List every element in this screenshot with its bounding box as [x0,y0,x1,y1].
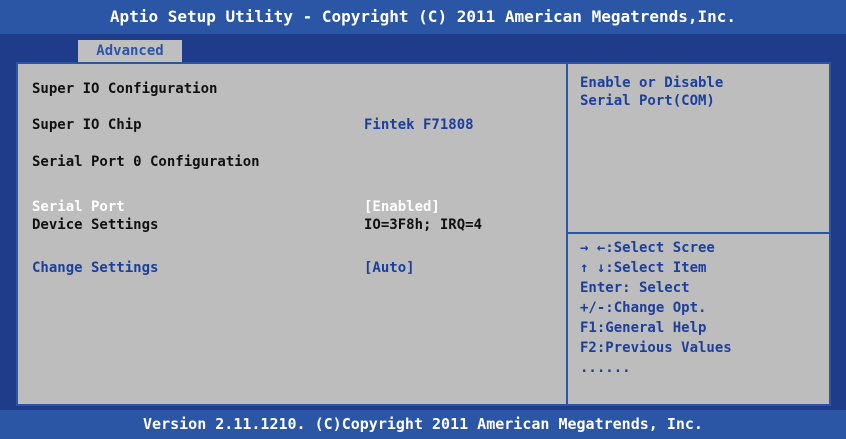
key-select-item: ↑ ↓:Select Item [580,260,707,276]
page-heading: Super IO Configuration [32,81,218,97]
chip-row: Super IO Chip Fintek F71808 [32,114,556,136]
heading-row: Super IO Configuration [32,78,556,100]
key-change-option: +/-:Change Opt. [580,300,707,316]
change-settings-row[interactable]: Change Settings [Auto] [32,257,556,279]
device-settings-label: Device Settings [32,217,159,233]
key-general-help: F1:General Help [580,320,707,336]
chip-label: Super IO Chip [32,117,142,133]
title-bar: Aptio Setup Utility - Copyright (C) 2011… [0,0,846,34]
key-more: ...... [580,360,631,376]
version-footer: Version 2.11.1210. (C)Copyright 2011 Ame… [0,410,846,439]
key-enter-select: Enter: Select [580,280,690,296]
help-line-2: Serial Port(COM) [580,93,715,109]
section-row: Serial Port 0 Configuration [32,151,556,173]
device-settings-row: Device Settings IO=3F8h; IRQ=4 [32,214,556,236]
section-title: Serial Port 0 Configuration [32,154,260,170]
panel-divider-horizontal [568,232,831,234]
key-legend: → ←:Select Scree ↑ ↓:Select Item Enter: … [580,238,825,378]
key-select-screen: → ←:Select Scree [580,240,715,256]
device-settings-value: IO=3F8h; IRQ=4 [364,217,483,233]
help-line-1: Enable or Disable [580,75,724,91]
change-settings-value[interactable]: [Auto] [364,257,415,279]
change-settings-label[interactable]: Change Settings [32,257,158,279]
tab-advanced[interactable]: Advanced [78,40,182,62]
chip-value: Fintek F71808 [364,117,474,133]
help-description: Enable or Disable Serial Port(COM) [580,74,825,110]
panel-divider-vertical [566,62,568,406]
settings-panel: Super IO Configuration Super IO Chip Fin… [18,62,566,406]
key-previous-values: F2:Previous Values [580,340,732,356]
